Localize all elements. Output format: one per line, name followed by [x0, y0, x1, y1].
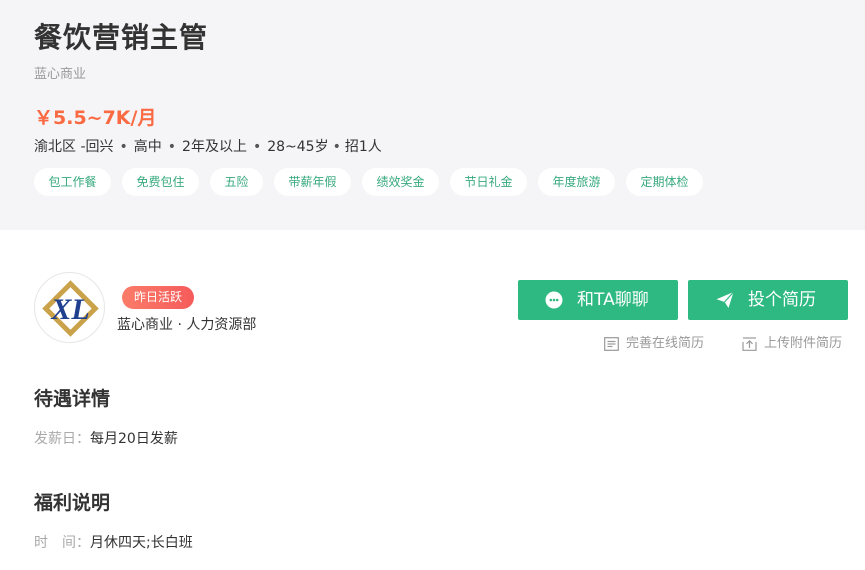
benefit-tag: 节日礼金 — [450, 168, 527, 196]
benefit-tag: 带薪年假 — [274, 168, 351, 196]
pay-details-title: 待遇详情 — [34, 388, 111, 410]
payday-value: 每月20日发薪 — [90, 431, 178, 447]
upload-icon — [742, 337, 757, 351]
company-logo[interactable]: XL — [34, 272, 105, 343]
separator-dot: • — [167, 139, 177, 155]
job-education: 高中 — [133, 139, 162, 155]
salary: ￥5.5~7K/月 — [34, 107, 157, 129]
company-logo-icon: XL — [42, 280, 99, 337]
job-experience: 2年及以上 — [182, 139, 247, 155]
apply-button-label: 投个简历 — [748, 290, 816, 310]
job-headcount: 招1人 — [344, 139, 382, 155]
benefit-tag: 免费包住 — [122, 168, 199, 196]
job-requirements: 渝北区 -回兴 • 高中 • 2年及以上 • 28~45岁 • 招1人 — [34, 137, 382, 157]
work-time-label: 时 间： — [34, 535, 90, 551]
chat-bubble-icon — [545, 291, 563, 309]
work-time-value: 月休四天;长白班 — [90, 535, 193, 551]
job-header: 餐饮营销主管 蓝心商业 ￥5.5~7K/月 渝北区 -回兴 • 高中 • 2年及以上 • 2… — [0, 0, 865, 230]
chat-button[interactable]: 和TA聊聊 — [518, 280, 678, 320]
separator-dot: • — [119, 139, 128, 155]
complete-online-resume-label: 完善在线简历 — [626, 336, 705, 351]
benefit-tag: 定期体检 — [626, 168, 703, 196]
chat-button-label: 和TA聊聊 — [577, 290, 649, 310]
separator-dot: • — [332, 139, 341, 155]
separator-dot: • — [252, 139, 262, 155]
work-time-row: 时 间：月休四天;长白班 — [34, 533, 193, 553]
paper-plane-icon — [716, 291, 734, 308]
benefit-tag: 五险 — [210, 168, 263, 196]
upload-attachment-resume-label: 上传附件简历 — [764, 336, 843, 351]
benefit-tag: 包工作餐 — [34, 168, 111, 196]
job-title: 餐饮营销主管 — [34, 21, 209, 54]
document-icon — [604, 337, 619, 351]
active-status-badge: 昨日活跃 — [122, 286, 195, 309]
benefit-tag: 年度旅游 — [538, 168, 615, 196]
benefits-title: 福利说明 — [34, 492, 111, 514]
logo-lettering: XL — [50, 293, 89, 326]
payday-label: 发薪日： — [34, 431, 90, 447]
apply-button[interactable]: 投个简历 — [688, 280, 848, 320]
employer-name[interactable]: 蓝心商业 · 人力资源部 — [117, 315, 256, 335]
payday-row: 发薪日：每月20日发薪 — [34, 429, 178, 449]
company-name[interactable]: 蓝心商业 — [34, 66, 86, 84]
benefit-tag: 绩效奖金 — [362, 168, 439, 196]
job-location: 渝北区 -回兴 — [34, 139, 114, 155]
job-age: 28~45岁 — [267, 139, 329, 155]
